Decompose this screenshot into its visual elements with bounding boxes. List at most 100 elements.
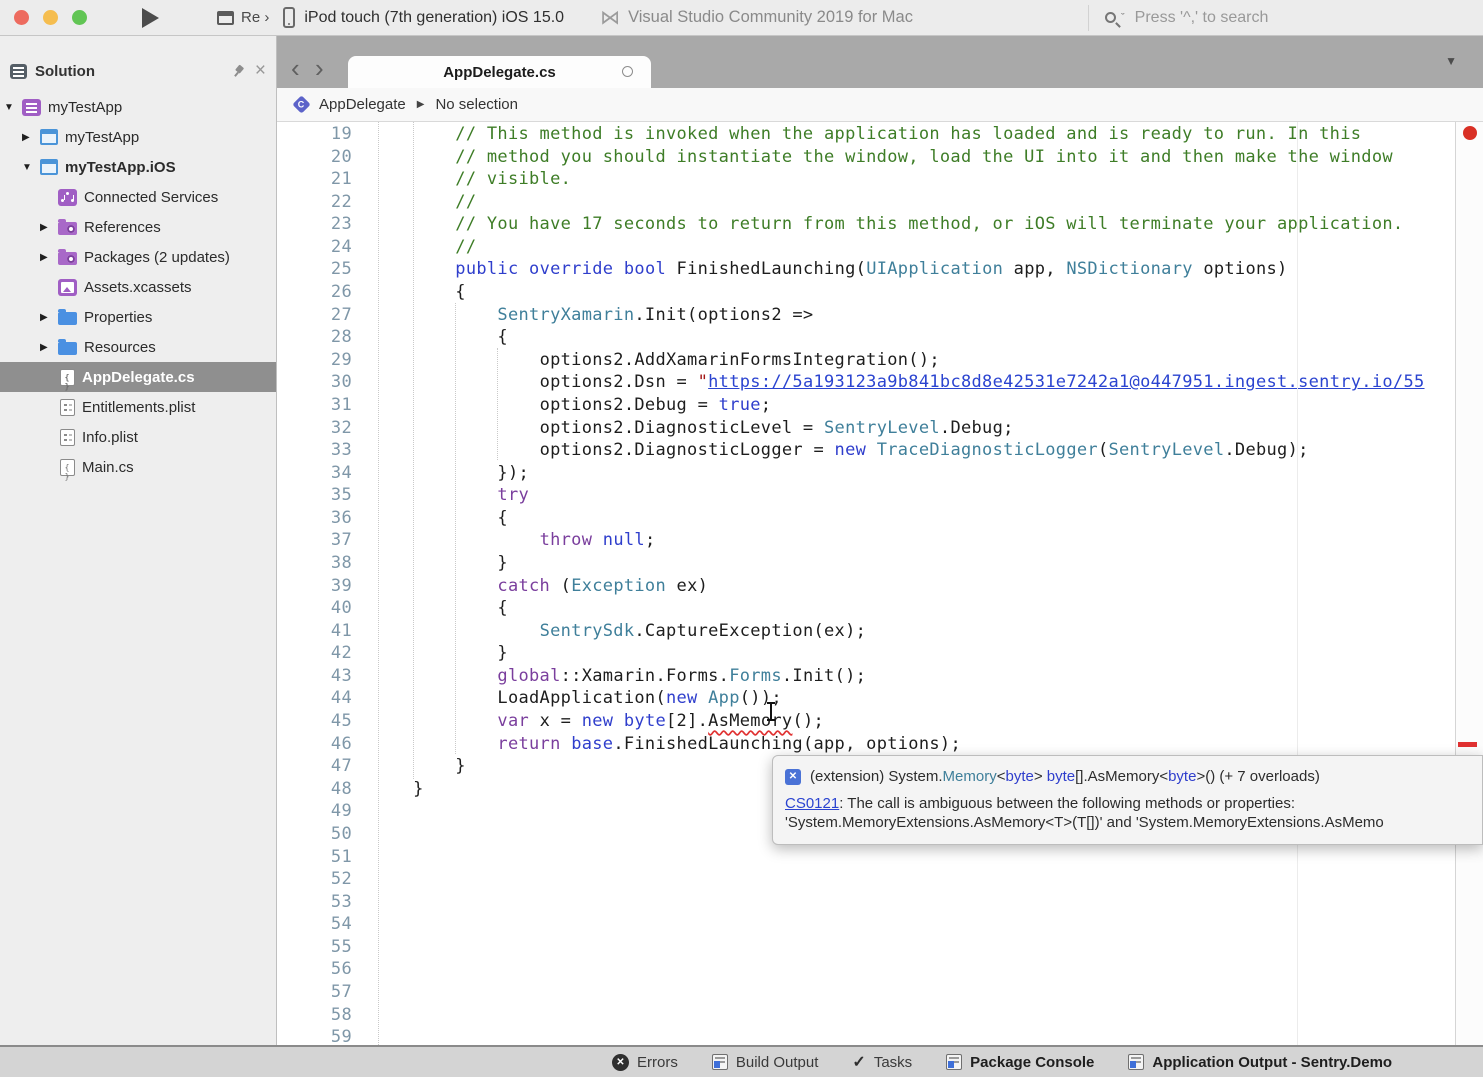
code-line-content[interactable] — [352, 982, 371, 1002]
code-line-content[interactable]: // — [352, 192, 476, 212]
code-line-content[interactable]: SentryXamarin.Init(options2 => — [352, 305, 813, 325]
code-line-content[interactable]: SentrySdk.CaptureException(ex); — [352, 621, 866, 641]
code-line-content[interactable] — [352, 937, 371, 957]
line-number[interactable]: 43 — [277, 665, 352, 688]
error-code-link[interactable]: CS0121 — [785, 795, 839, 812]
run-button[interactable] — [142, 8, 159, 28]
code-line-content[interactable]: // visible. — [352, 169, 571, 189]
tree-item-references[interactable]: ▶References — [0, 212, 276, 242]
scrollbar[interactable] — [1455, 122, 1483, 1045]
line-number[interactable]: 54 — [277, 913, 352, 936]
code-line-content[interactable]: { — [352, 327, 508, 347]
tree-item-entitlements-plist[interactable]: Entitlements.plist — [0, 392, 276, 422]
code-line-content[interactable] — [352, 847, 371, 867]
tree-item-main-cs[interactable]: Main.cs — [0, 452, 276, 482]
line-number[interactable]: 45 — [277, 710, 352, 733]
code-line-content[interactable]: public override bool FinishedLaunching(U… — [352, 259, 1288, 279]
code-line-content[interactable]: options2.DiagnosticLogger = new TraceDia… — [352, 440, 1309, 460]
line-number[interactable]: 25 — [277, 258, 352, 281]
code-line-content[interactable]: } — [352, 553, 508, 573]
breadcrumb-class[interactable]: AppDelegate — [319, 96, 406, 113]
code-line-content[interactable] — [352, 892, 371, 912]
line-number[interactable]: 58 — [277, 1004, 352, 1027]
line-number[interactable]: 49 — [277, 800, 352, 823]
line-number[interactable]: 19 — [277, 123, 352, 146]
tree-item-connected-services[interactable]: Connected Services — [0, 182, 276, 212]
code-line-content[interactable]: catch (Exception ex) — [352, 576, 708, 596]
line-number[interactable]: 56 — [277, 958, 352, 981]
error-token[interactable]: AsMemory — [708, 711, 792, 731]
line-number[interactable]: 31 — [277, 394, 352, 417]
code-line-content[interactable]: } — [352, 756, 466, 776]
pad-tab-application-output-sentry-demo[interactable]: Application Output - Sentry.Demo — [1128, 1054, 1392, 1071]
code-line-content[interactable] — [352, 1027, 371, 1045]
pad-tab-tasks[interactable]: ✓Tasks — [852, 1052, 912, 1072]
pin-icon[interactable] — [228, 61, 248, 81]
code-line-content[interactable]: { — [352, 282, 466, 302]
code-line-content[interactable] — [352, 801, 371, 821]
tree-item-mytestapp[interactable]: ▶myTestApp — [0, 122, 276, 152]
disclosure-triangle[interactable]: ▶ — [22, 132, 40, 143]
tab-list-dropdown[interactable]: ▼ — [1445, 54, 1457, 68]
disclosure-triangle[interactable]: ▼ — [22, 162, 40, 173]
code-line-content[interactable] — [352, 1005, 371, 1025]
tree-item-appdelegate-cs[interactable]: AppDelegate.cs — [0, 362, 276, 392]
tree-item-resources[interactable]: ▶Resources — [0, 332, 276, 362]
line-number[interactable]: 28 — [277, 326, 352, 349]
code-line-content[interactable]: { — [352, 598, 508, 618]
line-number[interactable]: 21 — [277, 168, 352, 191]
tab-appdelegate[interactable]: AppDelegate.cs — [348, 56, 651, 88]
pad-tab-package-console[interactable]: Package Console — [946, 1054, 1094, 1071]
code-line-content[interactable] — [352, 824, 371, 844]
line-number[interactable]: 46 — [277, 733, 352, 756]
code-line-content[interactable]: options2.AddXamarinFormsIntegration(); — [352, 350, 940, 370]
line-number[interactable]: 42 — [277, 642, 352, 665]
line-number[interactable]: 39 — [277, 575, 352, 598]
line-number[interactable]: 50 — [277, 823, 352, 846]
navigate-forward-button[interactable]: › — [315, 58, 324, 78]
tree-item-mytestapp[interactable]: ▼myTestApp — [0, 92, 276, 122]
line-number[interactable]: 41 — [277, 620, 352, 643]
breadcrumb-selection[interactable]: No selection — [435, 96, 518, 113]
pad-tab-errors[interactable]: ✕Errors — [612, 1054, 678, 1071]
line-number[interactable]: 57 — [277, 981, 352, 1004]
line-number[interactable]: 24 — [277, 236, 352, 259]
code-line-content[interactable]: { — [352, 508, 508, 528]
line-number[interactable]: 59 — [277, 1026, 352, 1045]
scrollbar-error-marker[interactable] — [1458, 742, 1477, 747]
code-line-content[interactable]: options2.DiagnosticLevel = SentryLevel.D… — [352, 418, 1014, 438]
code-line-content[interactable]: var x = new byte[2].AsMemory(); — [352, 711, 824, 731]
disclosure-triangle[interactable]: ▶ — [40, 252, 58, 263]
code-line-content[interactable]: options2.Dsn = "https://5a193123a9b841bc… — [352, 372, 1425, 392]
line-number[interactable]: 22 — [277, 191, 352, 214]
line-number[interactable]: 37 — [277, 529, 352, 552]
line-number[interactable]: 26 — [277, 281, 352, 304]
code-line-content[interactable]: options2.Debug = true; — [352, 395, 771, 415]
disclosure-triangle[interactable]: ▶ — [40, 222, 58, 233]
minimize-window-button[interactable] — [43, 10, 58, 25]
code-line-content[interactable] — [352, 959, 371, 979]
line-number[interactable]: 55 — [277, 936, 352, 959]
dsn-link[interactable]: https://5a193123a9b841bc8d8e42531e7242a1… — [708, 372, 1424, 392]
tree-item-packages-2-updates[interactable]: ▶Packages (2 updates) — [0, 242, 276, 272]
line-number[interactable]: 20 — [277, 146, 352, 169]
disclosure-triangle[interactable]: ▶ — [40, 312, 58, 323]
code-line-content[interactable]: // method you should instantiate the win… — [352, 147, 1393, 167]
code-editor[interactable]: 19 // This method is invoked when the ap… — [277, 122, 1483, 1045]
line-number[interactable]: 52 — [277, 868, 352, 891]
code-line-content[interactable]: return base.FinishedLaunching(app, optio… — [352, 734, 961, 754]
disclosure-triangle[interactable]: ▶ — [40, 342, 58, 353]
tree-item-properties[interactable]: ▶Properties — [0, 302, 276, 332]
code-line-content[interactable]: LoadApplication(new App()); — [352, 688, 782, 708]
code-line-content[interactable]: } — [352, 643, 508, 663]
navigate-back-button[interactable]: ‹ — [291, 58, 300, 78]
tree-item-info-plist[interactable]: Info.plist — [0, 422, 276, 452]
line-number[interactable]: 38 — [277, 552, 352, 575]
line-number[interactable]: 44 — [277, 687, 352, 710]
run-configuration-selector[interactable]: Re › — [217, 9, 269, 26]
line-number[interactable]: 51 — [277, 846, 352, 869]
pad-tab-build-output[interactable]: Build Output — [712, 1054, 819, 1071]
zoom-window-button[interactable] — [72, 10, 87, 25]
line-number[interactable]: 33 — [277, 439, 352, 462]
code-line-content[interactable] — [352, 869, 371, 889]
